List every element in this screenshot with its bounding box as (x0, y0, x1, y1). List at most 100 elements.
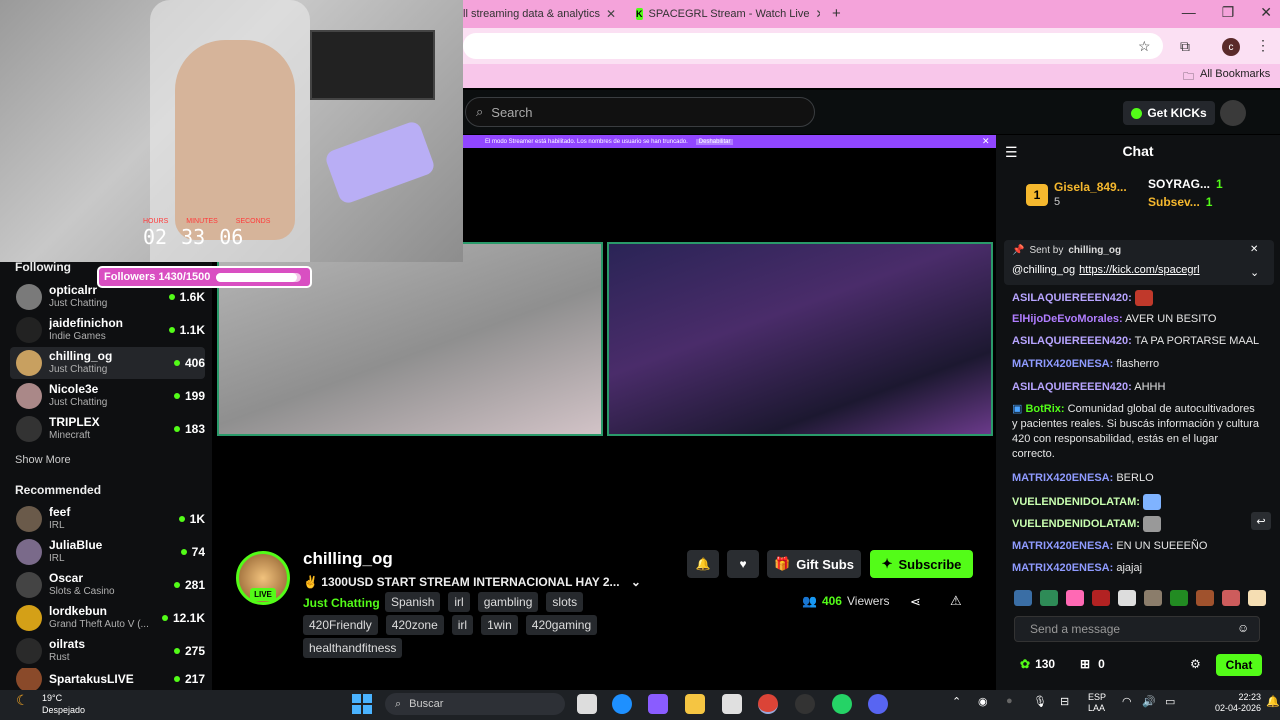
tag[interactable]: irl (451, 615, 474, 635)
chat-username[interactable]: ASILAQUIEREEEN420: (1012, 335, 1132, 347)
app-tray-icon[interactable]: ◉ (978, 695, 988, 708)
weather-widget[interactable]: 19°C Despejado (42, 692, 85, 716)
chevron-down-icon[interactable]: ⌄ (1250, 266, 1259, 279)
store-icon[interactable] (722, 694, 742, 714)
emote-icon[interactable] (1092, 590, 1110, 606)
volume-icon[interactable]: 🔊 (1142, 695, 1156, 708)
extensions-icon[interactable]: ⧉ (1180, 38, 1190, 55)
chat-username[interactable]: BotRix: (1025, 403, 1064, 415)
tag[interactable]: Spanish (385, 592, 441, 612)
get-kicks-button[interactable]: Get KICKs (1123, 101, 1215, 125)
battery-icon[interactable]: ▭ (1165, 695, 1175, 708)
emote-icon[interactable] (1196, 590, 1214, 606)
bookmark-star-icon[interactable]: ☆ (1138, 38, 1151, 55)
sidebar-item-chilling-og[interactable]: chilling_og Just Chatting 406 (10, 347, 205, 379)
file-explorer-taskview-icon[interactable] (577, 694, 597, 714)
chat-send-button[interactable]: Chat (1216, 654, 1262, 676)
whatsapp-icon[interactable] (832, 694, 852, 714)
gift-subs-button[interactable]: 🎁 Gift Subs (767, 550, 861, 578)
top-gifter-2[interactable]: SOYRAG... 1 (1148, 177, 1223, 191)
tag[interactable]: 420zone (385, 615, 444, 635)
chevron-up-icon[interactable]: ⌃ (952, 695, 961, 708)
microphone-icon[interactable]: 🎙 (1033, 695, 1047, 708)
tray-icon[interactable]: ⊟ (1060, 695, 1069, 708)
settings-gear-icon[interactable]: ⚙ (1190, 657, 1201, 671)
chevron-down-icon[interactable]: ⌄ (631, 575, 641, 589)
search-input[interactable]: ⌕ Search (465, 97, 815, 127)
chat-username[interactable]: VUELENDENIDOLATAM: (1012, 518, 1140, 530)
close-window-icon[interactable]: ✕ (1260, 4, 1272, 21)
pinned-link[interactable]: https://kick.com/spacegrl (1079, 264, 1199, 276)
chat-username[interactable]: VUELENDENIDOLATAM: (1012, 496, 1140, 508)
notifications-icon[interactable]: 🔔 (1266, 695, 1280, 708)
emote-icon[interactable] (1118, 590, 1136, 606)
sidebar-item-feef[interactable]: feef IRL 1K (10, 503, 205, 535)
streamer-name[interactable]: chilling_og (303, 549, 393, 569)
language-indicator[interactable]: ESP LAA (1088, 692, 1106, 714)
tag[interactable]: gambling (477, 592, 539, 612)
sidebar-item-oscar[interactable]: Oscar Slots & Casino 281 (10, 569, 205, 601)
emoji-icon[interactable]: ☺ (1237, 621, 1249, 635)
browser-tab-active[interactable]: K SPACEGRL Stream - Watch Live ✕ (636, 3, 820, 25)
emote-icon[interactable] (1144, 590, 1162, 606)
sidebar-item-jaidefinichon[interactable]: jaidefinichon Indie Games 1.1K (10, 314, 205, 346)
clock[interactable]: 22:23 02-04-2026 (1215, 692, 1261, 714)
follow-button[interactable]: ♥ (727, 550, 759, 578)
channel-points[interactable]: ✿ 130 (1020, 657, 1055, 671)
share-icon[interactable]: ⋖ (910, 594, 921, 610)
chat-username[interactable]: MATRIX420ENESA: (1012, 358, 1113, 370)
close-icon[interactable]: ✕ (815, 7, 820, 21)
notification-bell-button[interactable]: 🔔 (687, 550, 719, 578)
unpin-icon[interactable]: ✕ (1250, 244, 1258, 255)
sidebar-item-nicole3e[interactable]: Nicole3e Just Chatting 199 (10, 380, 205, 412)
folder-icon[interactable] (685, 694, 705, 714)
copilot-icon[interactable] (648, 694, 668, 714)
all-bookmarks[interactable]: 🗀 All Bookmarks (1183, 68, 1270, 87)
obs-icon[interactable] (795, 694, 815, 714)
chat-username[interactable]: ElHijoDeEvoMorales: (1012, 313, 1123, 325)
sidebar-item-juliablue[interactable]: JuliaBlue IRL 74 (10, 536, 205, 568)
chat-username[interactable]: ASILAQUIEREEEN420: (1012, 292, 1132, 304)
top-gifter-3[interactable]: Subsev... 1 (1148, 195, 1212, 209)
sidebar-item-spartakuslive[interactable]: SpartakusLIVE 217 (10, 668, 205, 690)
tag[interactable]: 420Friendly (303, 615, 378, 635)
discord-icon[interactable] (868, 694, 888, 714)
disable-streamer-mode-button[interactable]: Deshabilitar (695, 138, 734, 145)
close-icon[interactable]: ✕ (606, 7, 616, 21)
gift-counter[interactable]: ⊞ 0 (1080, 657, 1105, 671)
minimize-icon[interactable]: — (1182, 4, 1196, 21)
emote-icon[interactable] (1040, 590, 1058, 606)
top-gifter-1[interactable]: 1 Gisela_849... 5 (1026, 180, 1127, 210)
show-more-link[interactable]: Show More (15, 454, 71, 466)
chat-message-input[interactable]: Send a message (1014, 616, 1260, 642)
reply-icon[interactable]: ↩ (1251, 512, 1271, 530)
new-tab-button[interactable]: + (832, 5, 841, 22)
stream-category[interactable]: Just Chatting (303, 596, 380, 610)
restore-icon[interactable]: ❐ (1222, 4, 1235, 21)
app-tray-icon[interactable]: ● (1006, 695, 1013, 707)
tag[interactable]: healthandfitness (303, 638, 403, 658)
chat-username[interactable]: MATRIX420ENESA: (1012, 562, 1113, 574)
sidebar-item-lordkebun[interactable]: lordkebun Grand Theft Auto V (... 12.1K (10, 602, 205, 634)
emote-icon[interactable] (1222, 590, 1240, 606)
subscribe-button[interactable]: ✦ Subscribe (870, 550, 973, 578)
user-avatar[interactable] (1220, 100, 1246, 126)
windows-start-icon[interactable] (352, 694, 372, 714)
emote-icon[interactable] (1248, 590, 1266, 606)
close-icon[interactable]: ✕ (982, 136, 990, 147)
tag[interactable]: 420gaming (525, 615, 598, 635)
url-bar[interactable] (463, 33, 1163, 59)
chat-username[interactable]: MATRIX420ENESA: (1012, 472, 1113, 484)
edge-browser-icon[interactable] (612, 694, 632, 714)
menu-icon[interactable]: ⋮ (1256, 37, 1270, 54)
emote-icon[interactable] (1014, 590, 1032, 606)
emote-icon[interactable] (1170, 590, 1188, 606)
chat-username[interactable]: ASILAQUIEREEEN420: (1012, 381, 1132, 393)
sidebar-item-oilrats[interactable]: oilrats Rust 275 (10, 635, 205, 667)
chat-username[interactable]: MATRIX420ENESA: (1012, 540, 1113, 552)
tag[interactable]: irl (448, 592, 470, 612)
tag[interactable]: slots (546, 592, 584, 612)
profile-avatar[interactable]: c (1222, 38, 1240, 56)
wifi-icon[interactable]: ◠ (1122, 695, 1132, 708)
sidebar-item-triplex[interactable]: TRIPLEX Minecraft 183 (10, 413, 205, 445)
